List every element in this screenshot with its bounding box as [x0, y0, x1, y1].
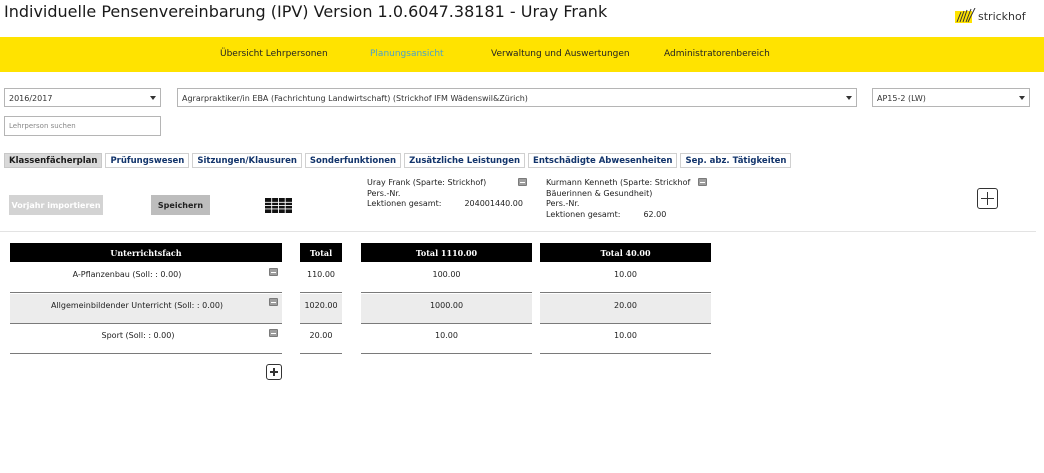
- table-cell-total: 20.00: [300, 324, 342, 354]
- teacher-info-kurmann: Kurmann Kenneth (Sparte: Strickhof Bäuer…: [546, 178, 690, 220]
- remove-teacher-icon[interactable]: [518, 178, 527, 186]
- tab-sitzungen-klausuren[interactable]: Sitzungen/Klausuren: [192, 153, 302, 168]
- strickhof-logo[interactable]: strickhof: [955, 8, 1026, 24]
- add-teacher-icon[interactable]: [977, 188, 998, 209]
- table-cell-total: 110.00: [300, 263, 342, 293]
- nav-uebersicht-lehrpersonen[interactable]: Übersicht Lehrpersonen: [220, 49, 328, 59]
- nav-planungsansicht[interactable]: Planungsansicht: [370, 49, 444, 59]
- teacher-info-uray: Uray Frank (Sparte: Strickhof) Pers.-Nr.…: [367, 178, 523, 210]
- header-unterrichtsfach: Unterrichtsfach: [10, 243, 282, 262]
- grid-table-icon[interactable]: [265, 198, 292, 213]
- teacher-name: Uray Frank (Sparte: Strickhof): [367, 178, 487, 187]
- tab-entschaedigte-abwesenheiten[interactable]: Entschädigte Abwesenheiten: [528, 153, 678, 168]
- app-title: Individuelle Pensenvereinbarung (IPV) Ve…: [4, 2, 608, 21]
- table-cell-teacher2[interactable]: 20.00: [540, 294, 711, 324]
- year-select[interactable]: 2016/2017: [4, 88, 161, 107]
- program-select[interactable]: Agrarpraktiker/in EBA (Fachrichtung Land…: [177, 88, 857, 107]
- add-subject-icon[interactable]: [266, 364, 282, 380]
- remove-teacher-icon[interactable]: [698, 178, 707, 186]
- subject-label: Allgemeinbildender Unterricht (Soll: : 0…: [50, 301, 224, 310]
- table-cell-total: 1020.00: [300, 294, 342, 324]
- remove-subject-icon[interactable]: [269, 329, 278, 337]
- pers-nr-label: Pers.-Nr.: [367, 188, 401, 198]
- table-row-subject: Allgemeinbildender Unterricht (Soll: : 0…: [10, 294, 282, 324]
- table-cell-teacher2[interactable]: 10.00: [540, 263, 711, 293]
- lessons-value: 62.00: [643, 209, 667, 219]
- header-total: Total: [300, 243, 342, 262]
- table-cell-teacher2[interactable]: 10.00: [540, 324, 711, 354]
- subject-label: A-Pflanzenbau (Soll: : 0.00): [72, 270, 182, 279]
- lessons-label: Lektionen gesamt:: [367, 199, 442, 208]
- tab-zusaetzliche-leistungen[interactable]: Zusätzliche Leistungen: [404, 153, 526, 168]
- table-row-subject: Sport (Soll: : 0.00): [10, 324, 282, 354]
- nav-verwaltung-auswertungen[interactable]: Verwaltung und Auswertungen: [491, 49, 630, 59]
- header-total-teacher1: Total 1110.00: [361, 243, 532, 262]
- save-button[interactable]: Speichern: [151, 195, 210, 215]
- logo-text: strickhof: [978, 9, 1026, 23]
- nav-administratorenbereich[interactable]: Administratorenbereich: [664, 49, 770, 59]
- remove-subject-icon[interactable]: [269, 268, 278, 276]
- pers-nr-label: Pers.-Nr.: [546, 199, 580, 208]
- remove-subject-icon[interactable]: [269, 298, 278, 306]
- year-select-value: 2016/2017: [9, 94, 53, 103]
- import-previous-year-button[interactable]: Vorjahr importieren: [9, 195, 103, 215]
- table-cell-teacher1[interactable]: 100.00: [361, 263, 532, 293]
- strickhof-logo-icon: [955, 8, 976, 23]
- chevron-down-icon: [150, 96, 156, 100]
- table-cell-teacher1[interactable]: 1000.00: [361, 294, 532, 324]
- tab-klassenfaecherplan[interactable]: Klassenfächerplan: [4, 153, 103, 168]
- teacher-name-cont: Bäuerinnen & Gesundheit): [546, 188, 653, 198]
- tab-pruefungswesen[interactable]: Prüfungswesen: [105, 153, 190, 168]
- class-select-value: AP15-2 (LW): [877, 94, 926, 103]
- header-total-teacher2: Total 40.00: [540, 243, 711, 262]
- tab-sep-abz-taetigkeiten[interactable]: Sep. abz. Tätigkeiten: [680, 153, 792, 168]
- chevron-down-icon: [846, 96, 852, 100]
- chevron-down-icon: [1019, 96, 1025, 100]
- top-navigation: Übersicht Lehrpersonen Planungsansicht V…: [0, 37, 1044, 72]
- lessons-label: Lektionen gesamt:: [546, 209, 621, 219]
- tab-sonderfunktionen[interactable]: Sonderfunktionen: [304, 153, 402, 168]
- tab-bar: Klassenfächerplan Prüfungswesen Sitzunge…: [4, 153, 794, 168]
- program-select-value: Agrarpraktiker/in EBA (Fachrichtung Land…: [182, 94, 528, 103]
- lessons-value: 204001440.00: [464, 199, 523, 208]
- teacher-name: Kurmann Kenneth (Sparte: Strickhof: [546, 178, 691, 187]
- class-select[interactable]: AP15-2 (LW): [872, 88, 1030, 107]
- divider: [0, 231, 1036, 232]
- subject-label: Sport (Soll: : 0.00): [101, 331, 175, 340]
- table-row-subject: A-Pflanzenbau (Soll: : 0.00): [10, 263, 282, 293]
- teacher-search-input[interactable]: [4, 116, 161, 136]
- table-cell-teacher1[interactable]: 10.00: [361, 324, 532, 354]
